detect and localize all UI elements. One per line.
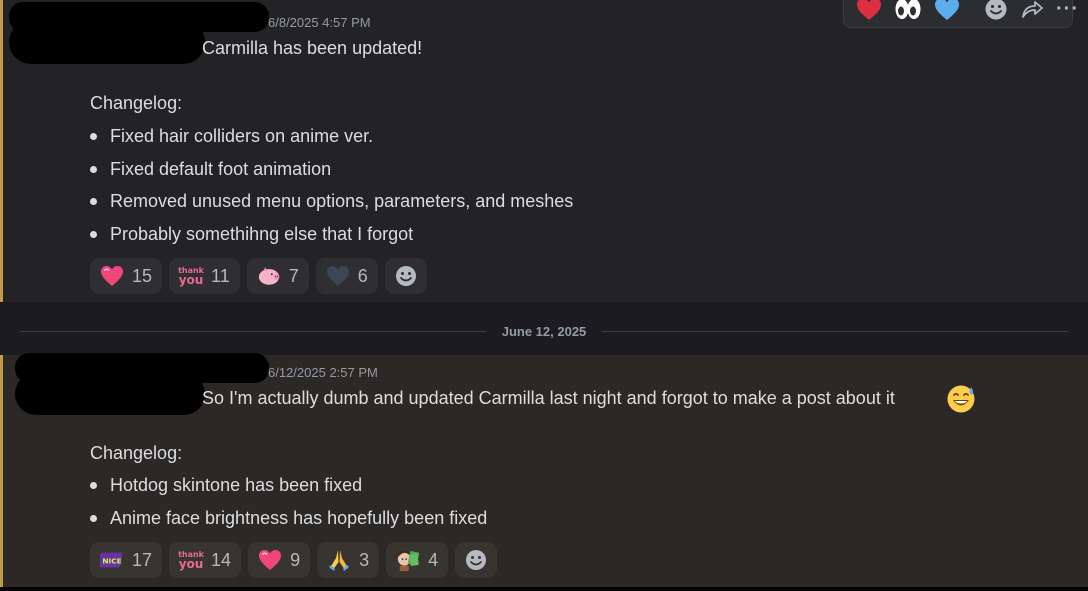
add-reaction-icon — [464, 549, 488, 571]
praying-hands-icon — [327, 549, 351, 571]
reaction-count: 6 — [357, 265, 368, 286]
reaction-pink-heart[interactable]: 15 — [90, 258, 163, 294]
eyes-emoji-icon[interactable] — [894, 0, 922, 21]
reaction-count: 3 — [359, 549, 370, 570]
reaction-count: 17 — [132, 549, 153, 570]
add-reaction-button[interactable] — [455, 542, 498, 578]
reaction-count: 11 — [211, 265, 230, 286]
changelog-title: Changelog: — [90, 93, 183, 113]
grinning-sweat-emoji-icon — [946, 384, 976, 419]
list-item: Hotdog skintone has been fixed — [90, 469, 487, 502]
message-1: 6/8/2025 4:57 PM Carmilla has been updat… — [0, 0, 1088, 302]
money-sticker-icon — [396, 549, 420, 572]
forward-icon[interactable] — [1020, 0, 1044, 21]
heart-emoji-icon[interactable] — [856, 0, 882, 21]
message-2: 6/12/2025 2:57 PM So I'm actually dumb a… — [0, 353, 1088, 587]
blue-heart-emoji-icon[interactable] — [934, 0, 960, 21]
reaction-praying-hands[interactable]: 3 — [317, 542, 380, 578]
svg-text:NICE: NICE — [102, 557, 121, 566]
reaction-count: 14 — [211, 549, 232, 570]
add-reaction-button[interactable] — [384, 258, 427, 294]
thank-you-icon: thank you — [178, 265, 204, 287]
changelog-list: Hotdog skintone has been fixed Anime fac… — [90, 469, 487, 534]
reaction-count: 15 — [132, 265, 153, 286]
pink-heart-icon — [258, 549, 282, 571]
date-divider-line-left — [20, 331, 486, 332]
pink-pig-icon — [257, 265, 281, 287]
message-first-line: Carmilla has been updated! — [202, 38, 423, 58]
message-actions-toolbar: ··· — [843, 0, 1078, 28]
reaction-count: 4 — [428, 549, 439, 570]
reaction-nice[interactable]: NICE 17 — [90, 542, 163, 578]
nice-icon: NICE — [100, 549, 124, 571]
reaction-count: 9 — [290, 549, 301, 570]
reaction-dark-heart[interactable]: 6 — [315, 258, 378, 294]
more-icon[interactable]: ··· — [1056, 0, 1079, 21]
add-reaction-icon[interactable] — [984, 0, 1008, 21]
reaction-pink-heart[interactable]: 9 — [248, 542, 311, 578]
list-item: Removed unused menu options, parameters,… — [90, 185, 573, 218]
thank-you-icon: thank you — [178, 549, 204, 571]
reaction-pink-pig[interactable]: 7 — [246, 258, 309, 294]
reaction-money-sticker[interactable]: 4 — [386, 542, 449, 578]
changelog-title: Changelog: — [90, 443, 183, 463]
reaction-thank-you[interactable]: thank you 11 — [169, 258, 240, 294]
add-reaction-icon — [394, 265, 418, 287]
list-item: Fixed default foot animation — [90, 153, 573, 186]
reaction-thank-you[interactable]: thank you 14 — [169, 542, 242, 578]
message-timestamp: 6/8/2025 4:57 PM — [268, 15, 371, 30]
message-first-line: So I'm actually dumb and updated Carmill… — [202, 388, 895, 408]
pink-heart-icon — [100, 265, 124, 287]
date-divider-line-right — [602, 331, 1068, 332]
message-timestamp: 6/12/2025 2:57 PM — [268, 365, 378, 380]
date-divider-label: June 12, 2025 — [501, 324, 587, 339]
list-item: Anime face brightness has hopefully been… — [90, 502, 487, 535]
reaction-bar: 15 thank you 11 7 6 — [90, 258, 427, 294]
reaction-bar: NICE 17 thank you 14 9 3 4 — [90, 542, 498, 578]
bottom-edge — [0, 587, 1088, 591]
reaction-count: 7 — [288, 265, 299, 286]
dark-heart-icon — [326, 265, 350, 287]
redacted-avatar — [15, 373, 205, 415]
changelog-list: Fixed hair colliders on anime ver. Fixed… — [90, 120, 573, 250]
list-item: Probably somethihng else that I forgot — [90, 218, 573, 251]
list-item: Fixed hair colliders on anime ver. — [90, 120, 573, 153]
redacted-avatar — [9, 20, 205, 64]
